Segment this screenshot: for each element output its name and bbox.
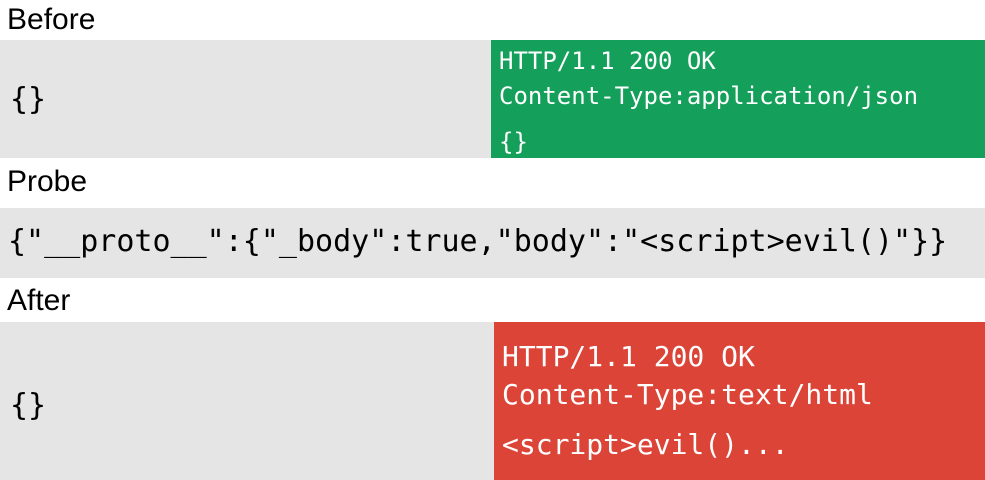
- before-response-content-type: Content-Type:application/json: [499, 82, 919, 110]
- before-request-body: {}: [10, 82, 47, 117]
- probe-heading: Probe: [7, 165, 88, 198]
- before-request-band: {} HTTP/1.1 200 OK Content-Type:applicat…: [0, 40, 985, 158]
- after-response-status: HTTP/1.1 200 OK: [502, 340, 755, 373]
- before-heading: Before: [7, 3, 96, 36]
- after-request-band: {} HTTP/1.1 200 OK Content-Type:text/htm…: [0, 322, 985, 480]
- probe-payload: {"__proto__":{"_body":true,"body":"<scri…: [8, 224, 948, 259]
- before-response-body: {}: [499, 128, 528, 156]
- probe-band: {"__proto__":{"_body":true,"body":"<scri…: [0, 208, 985, 278]
- after-response-box: HTTP/1.1 200 OK Content-Type:text/html <…: [494, 322, 985, 480]
- before-response-box: HTTP/1.1 200 OK Content-Type:application…: [491, 40, 985, 158]
- after-response-content-type: Content-Type:text/html: [502, 378, 873, 411]
- before-response-status: HTTP/1.1 200 OK: [499, 47, 716, 75]
- after-request-body: {}: [10, 388, 47, 423]
- after-response-body: <script>evil()...: [502, 428, 789, 461]
- after-heading: After: [7, 284, 71, 317]
